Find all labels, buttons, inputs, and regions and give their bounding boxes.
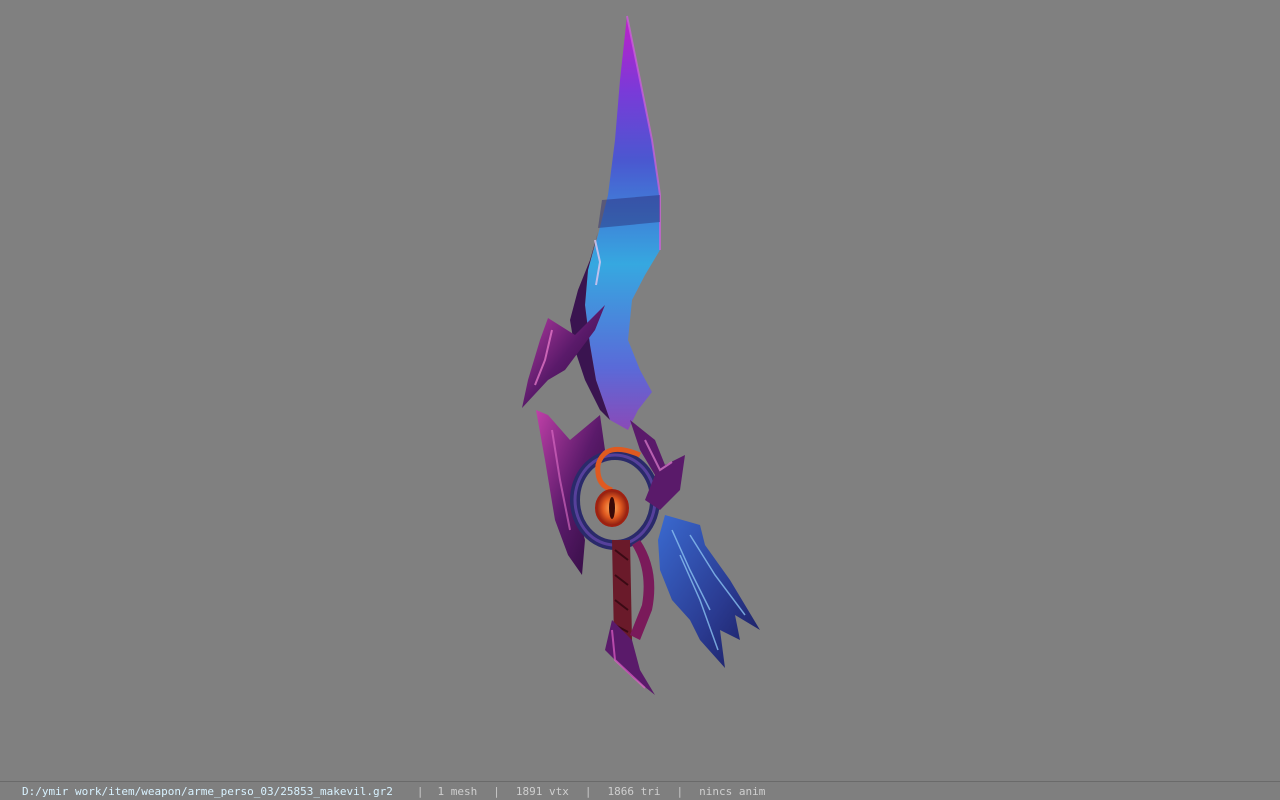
status-bar: D:/ymir work/item/weapon/arme_perso_03/2… [0, 781, 1280, 800]
file-path: D:/ymir work/item/weapon/arme_perso_03/2… [22, 784, 393, 798]
3d-viewport[interactable] [0, 0, 1280, 781]
animation-status: nincs anim [699, 784, 766, 798]
mesh-count: 1 mesh [437, 784, 478, 798]
vertex-count: 1891 vtx [515, 784, 569, 798]
knuckle-bow [630, 540, 655, 640]
wing-fin [658, 515, 760, 668]
separator: | [676, 784, 684, 798]
sword-model[interactable] [0, 0, 1280, 781]
separator: | [416, 784, 424, 798]
triangle-count: 1866 tri [607, 784, 661, 798]
separator: | [584, 784, 592, 798]
separator: | [493, 784, 500, 798]
